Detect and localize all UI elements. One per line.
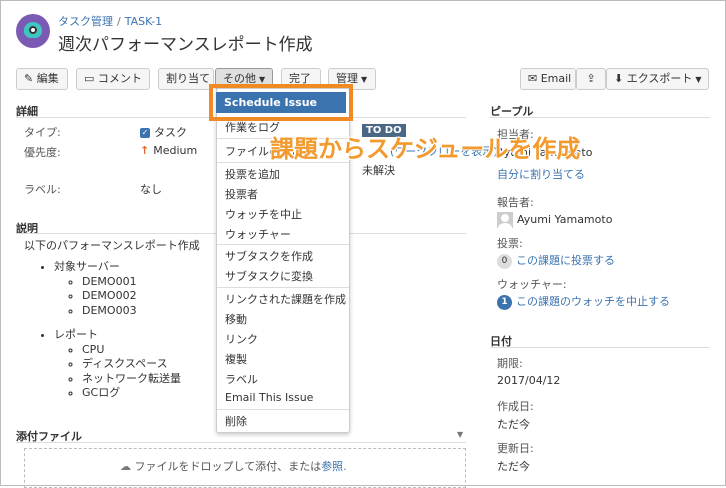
user-avatar-icon xyxy=(497,212,513,228)
description-intro: 以下のパフォーマンスレポート作成 xyxy=(24,239,200,252)
list-item: DEMO001 xyxy=(82,275,224,290)
breadcrumb: タスク管理 / TASK-1 xyxy=(58,13,162,29)
votes-count-badge: 0 xyxy=(497,253,512,269)
arrow-up-icon: ↑ xyxy=(140,144,150,157)
menu-item-delete[interactable]: 削除 xyxy=(225,413,247,429)
reporter-value: Ayumi Yamamoto xyxy=(497,212,612,228)
annotation-caption: 課題からスケジュールを作成 xyxy=(270,135,581,163)
page-title: 週次パフォーマンスレポート作成 xyxy=(58,35,313,55)
reporter-label: 報告者: xyxy=(497,196,534,209)
divider xyxy=(490,347,710,348)
reporter-name: Ayumi Yamamoto xyxy=(517,213,613,226)
chevron-down-icon[interactable]: ▼ xyxy=(457,430,463,439)
type-label: タイプ: xyxy=(24,126,61,139)
menu-divider xyxy=(217,287,349,288)
edit-label: 編集 xyxy=(36,72,59,85)
votes-label: 投票: xyxy=(497,237,523,250)
list-item: ネットワーク転送量 xyxy=(82,372,224,387)
due-value: 2017/04/12 xyxy=(497,374,561,387)
priority-label: 優先度: xyxy=(24,146,61,159)
created-label: 作成日: xyxy=(497,400,534,413)
menu-item-voters[interactable]: 投票者 xyxy=(225,186,258,202)
labels-value: なし xyxy=(140,183,162,196)
votes-row: 0 この課題に投票する xyxy=(497,252,615,269)
list-item: GCログ xyxy=(82,386,224,401)
pencil-icon: ✎ xyxy=(24,72,34,85)
breadcrumb-project[interactable]: タスク管理 xyxy=(58,15,113,28)
description-list: 対象サーバー DEMO001 DEMO002 DEMO003 xyxy=(24,260,224,318)
menu-item-add-vote[interactable]: 投票を追加 xyxy=(225,166,280,182)
chevron-down-icon: ▼ xyxy=(695,75,702,84)
description-list: レポート CPU ディスクスペース ネットワーク転送量 GCログ xyxy=(24,328,224,401)
stop-watch-link[interactable]: この課題のウォッチを中止する xyxy=(516,295,670,308)
due-label: 期限: xyxy=(497,357,523,370)
list-item: レポート CPU ディスクスペース ネットワーク転送量 GCログ xyxy=(54,328,224,401)
list-item: DEMO003 xyxy=(82,304,224,319)
type-text: タスク xyxy=(154,126,187,139)
watchers-label: ウォッチャー: xyxy=(497,278,567,291)
comment-icon: ▭ xyxy=(84,72,95,85)
email-icon: ✉ xyxy=(528,72,538,85)
list-item: 対象サーバー DEMO001 DEMO002 DEMO003 xyxy=(54,260,224,318)
project-avatar-icon[interactable] xyxy=(16,14,50,48)
list-item: ディスクスペース xyxy=(82,357,224,372)
created-value: ただ今 xyxy=(497,418,530,431)
list-item-label: 対象サーバー xyxy=(54,260,120,273)
updated-value: ただ今 xyxy=(497,460,530,473)
upload-cloud-icon: ☁ xyxy=(120,460,131,473)
menu-item-link[interactable]: リンク xyxy=(225,331,258,347)
menu-item-email-issue[interactable]: Email This Issue xyxy=(225,391,313,404)
export-label: エクスポート xyxy=(626,72,693,85)
menu-item-stop-watching[interactable]: ウォッチを中止 xyxy=(225,206,302,222)
watchers-count-badge: 1 xyxy=(497,294,512,310)
priority-value: ↑ Medium xyxy=(140,144,197,157)
divider xyxy=(490,117,710,118)
menu-item-watchers[interactable]: ウォッチャー xyxy=(225,226,291,242)
breadcrumb-separator: / xyxy=(117,15,121,28)
priority-text: Medium xyxy=(153,144,198,157)
menu-item-clone[interactable]: 複製 xyxy=(225,351,247,367)
list-item: DEMO002 xyxy=(82,289,224,304)
list-item: CPU xyxy=(82,343,224,358)
share-icon: ⇪ xyxy=(586,72,596,85)
comment-button[interactable]: ▭ コメント xyxy=(76,68,150,90)
export-button[interactable]: ⬇ エクスポート ▼ xyxy=(606,68,709,90)
edit-button[interactable]: ✎ 編集 xyxy=(16,68,68,90)
list-item-label: レポート xyxy=(54,328,98,341)
comment-label: コメント xyxy=(97,72,142,85)
highlight-box xyxy=(209,84,353,121)
updated-label: 更新日: xyxy=(497,442,534,455)
share-button[interactable]: ⇪ xyxy=(576,68,606,90)
drop-label: ファイルをドロップして添付、または xyxy=(134,460,322,473)
browse-link[interactable]: 参照. xyxy=(321,460,347,473)
type-value: ✓ タスク xyxy=(140,124,187,140)
email-button[interactable]: ✉ Email xyxy=(520,68,576,90)
task-type-icon: ✓ xyxy=(140,128,150,138)
menu-item-move[interactable]: 移動 xyxy=(225,311,247,327)
assign-to-me-link[interactable]: 自分に割り当てる xyxy=(497,166,585,182)
menu-divider xyxy=(217,244,349,245)
vote-link[interactable]: この課題に投票する xyxy=(516,254,615,267)
menu-item-convert-subtask[interactable]: サブタスクに変換 xyxy=(225,268,313,284)
breadcrumb-issue[interactable]: TASK-1 xyxy=(125,15,162,28)
email-label: Email xyxy=(540,72,572,85)
export-icon: ⬇ xyxy=(614,72,624,85)
menu-item-labels[interactable]: ラベル xyxy=(225,371,258,387)
watchers-row: 1 この課題のウォッチを中止する xyxy=(497,293,670,310)
menu-item-create-linked-issue[interactable]: リンクされた課題を作成 xyxy=(225,291,346,307)
divider xyxy=(16,442,466,443)
dropzone-text: ☁ ファイルをドロップして添付、または参照. xyxy=(120,458,347,474)
menu-item-create-subtask[interactable]: サブタスクを作成 xyxy=(225,248,313,264)
labels-label: ラベル: xyxy=(24,183,61,196)
resolution-value: 未解決 xyxy=(362,164,395,177)
chevron-down-icon: ▼ xyxy=(259,75,266,84)
menu-divider xyxy=(217,409,349,410)
chevron-down-icon: ▼ xyxy=(361,75,368,84)
assign-button[interactable]: 割り当て xyxy=(158,68,214,90)
